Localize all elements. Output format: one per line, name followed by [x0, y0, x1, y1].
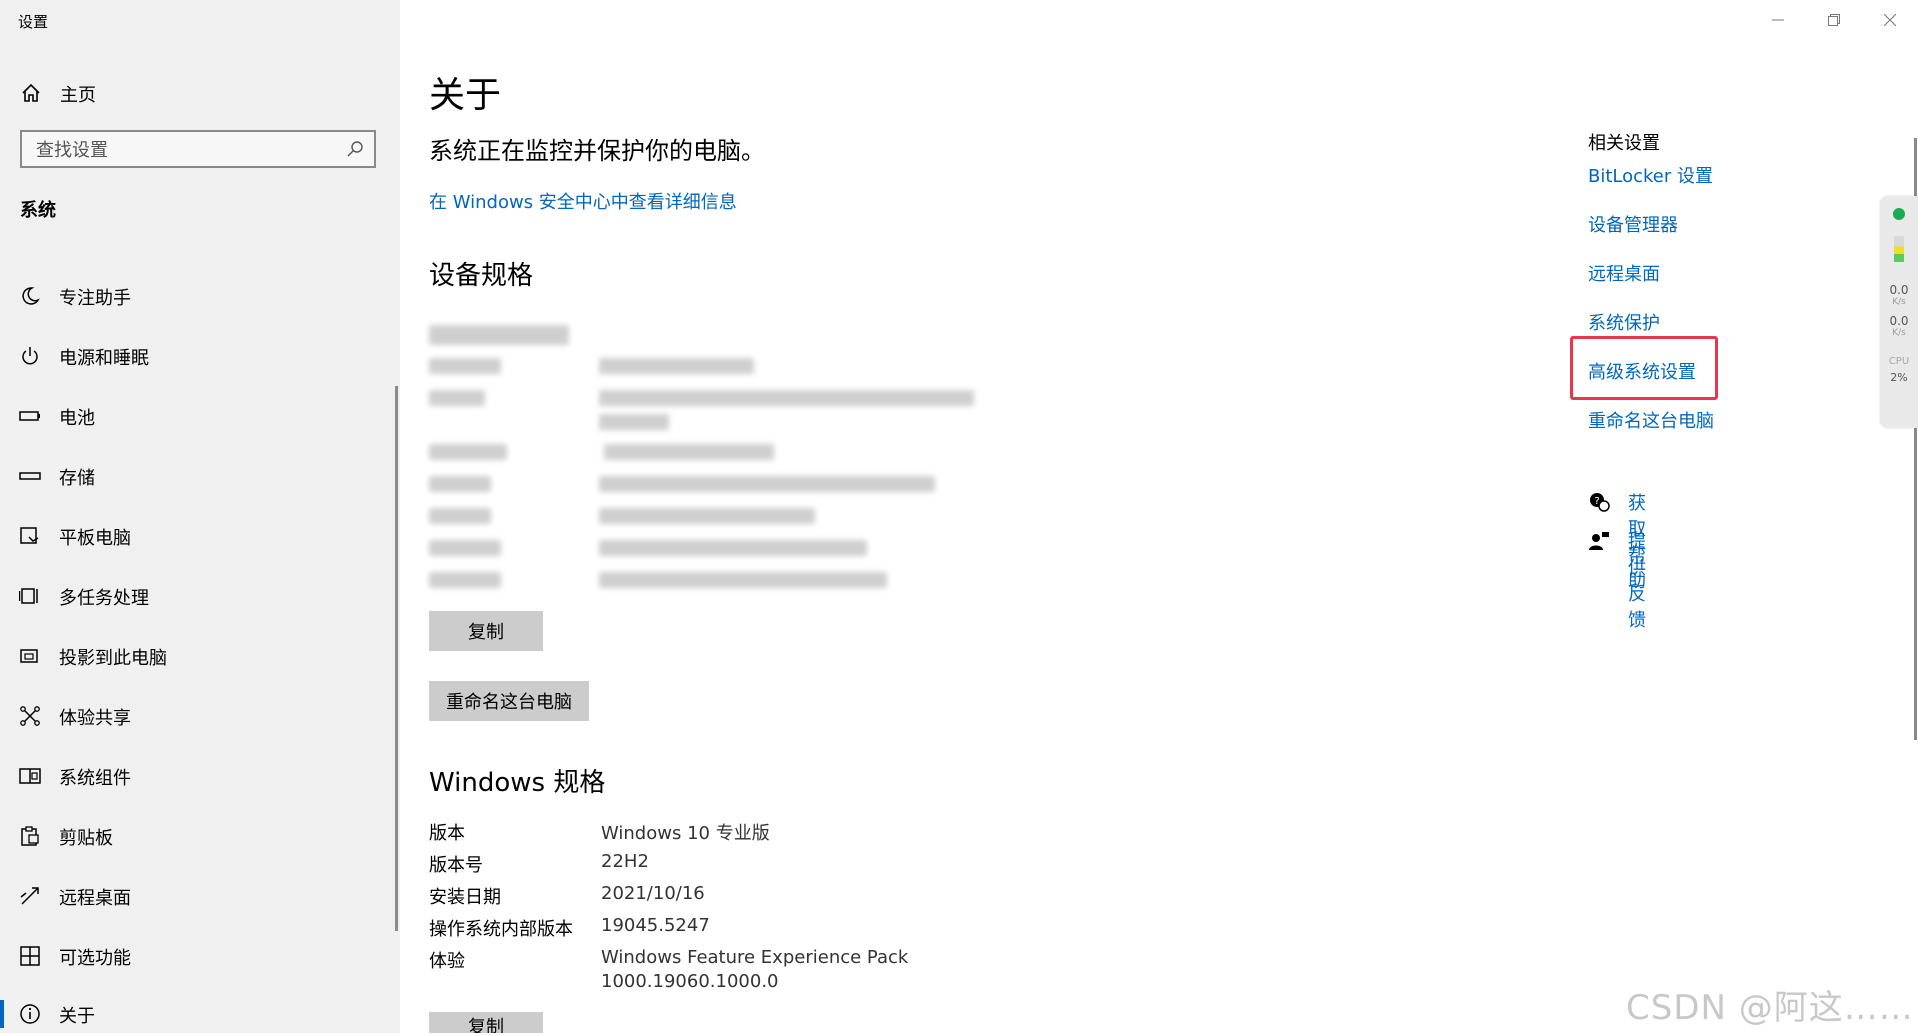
spec-value-experience-version: 1000.19060.1000.0: [601, 971, 779, 992]
close-button[interactable]: [1862, 0, 1918, 40]
copy-windows-specs-button[interactable]: 复制: [429, 1012, 543, 1033]
download-speed: 0.0: [1889, 314, 1909, 328]
sidebar-item-multitasking[interactable]: 多任务处理: [0, 574, 400, 618]
sidebar-scrollbar[interactable]: [395, 386, 398, 931]
close-icon: [1883, 11, 1897, 30]
search-box[interactable]: [20, 130, 376, 168]
sidebar-item-label: 电池: [59, 408, 95, 429]
remote-desktop-link[interactable]: 远程桌面: [1588, 260, 1660, 286]
sidebar-item-power-sleep[interactable]: 电源和睡眠: [0, 334, 400, 378]
remote-icon: [19, 885, 41, 907]
sidebar-item-project[interactable]: 投影到此电脑: [0, 634, 400, 678]
sidebar-item-label: 远程桌面: [59, 888, 131, 909]
spec-label-edition: 版本: [429, 823, 465, 844]
sidebar-item-label: 剪贴板: [59, 828, 113, 849]
spec-value-edition: Windows 10 专业版: [601, 823, 770, 844]
sidebar-item-label: 存储: [59, 468, 95, 489]
give-feedback-link[interactable]: 提供反馈: [1628, 528, 1646, 632]
status-dot-icon: [1893, 208, 1905, 220]
spec-value-install-date: 2021/10/16: [601, 883, 705, 904]
search-input[interactable]: [34, 137, 338, 163]
windows-specs-heading: Windows 规格: [429, 768, 606, 798]
spec-label-experience: 体验: [429, 951, 465, 972]
memory-bar-icon: [1894, 236, 1904, 262]
project-icon: [19, 645, 41, 667]
sidebar-item-clipboard[interactable]: 剪贴板: [0, 814, 400, 858]
info-icon: [19, 1003, 41, 1025]
search-icon[interactable]: [346, 140, 364, 158]
cpu-value: 2%: [1890, 371, 1908, 384]
sidebar-item-about[interactable]: 关于: [0, 992, 400, 1036]
grid-icon: [19, 945, 41, 967]
protection-status-text: 系统正在监控并保护你的电脑。: [429, 137, 765, 165]
restore-button[interactable]: [1806, 0, 1862, 40]
sidebar-item-storage[interactable]: 存储: [0, 454, 400, 498]
spec-label-os-build: 操作系统内部版本: [429, 919, 573, 940]
sidebar-item-focus-assist[interactable]: 专注助手: [0, 274, 400, 318]
spec-value-os-build: 19045.5247: [601, 915, 710, 936]
related-settings-title: 相关设置: [1588, 133, 1660, 154]
storage-icon: [19, 465, 41, 487]
sidebar-item-system-components[interactable]: 系统组件: [0, 754, 400, 798]
sidebar-item-label: 专注助手: [59, 288, 131, 309]
cpu-label: CPU: [1888, 356, 1910, 367]
download-unit: K/s: [1892, 328, 1906, 338]
components-icon: [19, 765, 41, 787]
sidebar-item-optional-features[interactable]: 可选功能: [0, 934, 400, 978]
sidebar-item-label: 主页: [60, 85, 96, 106]
spec-value-version: 22H2: [601, 851, 649, 872]
home-icon: [20, 82, 42, 104]
sidebar-item-label: 关于: [59, 1006, 95, 1027]
power-icon: [19, 345, 41, 367]
spec-label-install-date: 安装日期: [429, 887, 501, 908]
sidebar-item-label: 可选功能: [59, 948, 131, 969]
feedback-icon: [1588, 530, 1610, 552]
sidebar-item-battery[interactable]: 电池: [0, 394, 400, 438]
section-title: 系统: [20, 200, 56, 221]
spec-label-version: 版本号: [429, 855, 483, 876]
chat-help-icon: ?: [1588, 491, 1610, 513]
multitask-icon: [18, 585, 41, 607]
battery-icon: [19, 405, 41, 427]
bitlocker-settings-link[interactable]: BitLocker 设置: [1588, 162, 1713, 188]
app-title: 设置: [18, 13, 49, 31]
watermark-text: CSDN @阿这……: [1626, 988, 1914, 1028]
sidebar-item-label: 电源和睡眠: [59, 348, 149, 369]
network-monitor-widget[interactable]: 0.0 K/s 0.0 K/s CPU 2%: [1880, 196, 1918, 428]
copy-device-specs-button[interactable]: 复制: [429, 611, 543, 651]
minimize-button[interactable]: [1750, 0, 1806, 40]
sidebar-item-label: 系统组件: [59, 768, 131, 789]
sidebar-item-label: 体验共享: [59, 708, 131, 729]
restore-icon: [1828, 11, 1840, 30]
advanced-system-settings-link[interactable]: 高级系统设置: [1588, 358, 1696, 384]
sidebar-item-home[interactable]: 主页: [0, 72, 400, 112]
device-specs-heading: 设备规格: [429, 261, 534, 291]
moon-icon: [19, 285, 41, 307]
rename-pc-button[interactable]: 重命名这台电脑: [429, 681, 589, 721]
sidebar-item-tablet[interactable]: 平板电脑: [0, 514, 400, 558]
share-icon: [19, 705, 41, 727]
rename-this-pc-link[interactable]: 重命名这台电脑: [1588, 407, 1714, 433]
page-title: 关于: [429, 75, 502, 116]
sidebar-item-label: 平板电脑: [59, 528, 131, 549]
tablet-icon: [19, 525, 41, 547]
upload-speed: 0.0: [1889, 283, 1909, 297]
spec-value-experience: Windows Feature Experience Pack: [601, 947, 909, 968]
minimize-icon: [1772, 11, 1784, 30]
sidebar: 设置 主页 系统 专注助手 电源和睡眠 电池 存储 平板电脑 多任务处理: [0, 0, 400, 1033]
window-controls: [1750, 0, 1918, 40]
sidebar-item-remote-desktop[interactable]: 远程桌面: [0, 874, 400, 918]
clipboard-icon: [19, 825, 41, 847]
sidebar-item-label: 多任务处理: [59, 588, 149, 609]
device-specs-blurred: [429, 320, 989, 595]
security-center-link[interactable]: 在 Windows 安全中心中查看详细信息: [429, 188, 737, 214]
sidebar-item-shared-experience[interactable]: 体验共享: [0, 694, 400, 738]
device-manager-link[interactable]: 设备管理器: [1588, 211, 1678, 237]
sidebar-item-label: 投影到此电脑: [59, 648, 167, 669]
main-content: 关于 系统正在监控并保护你的电脑。 在 Windows 安全中心中查看详细信息 …: [400, 0, 1918, 1033]
upload-unit: K/s: [1892, 297, 1906, 307]
system-protection-link[interactable]: 系统保护: [1588, 309, 1660, 335]
